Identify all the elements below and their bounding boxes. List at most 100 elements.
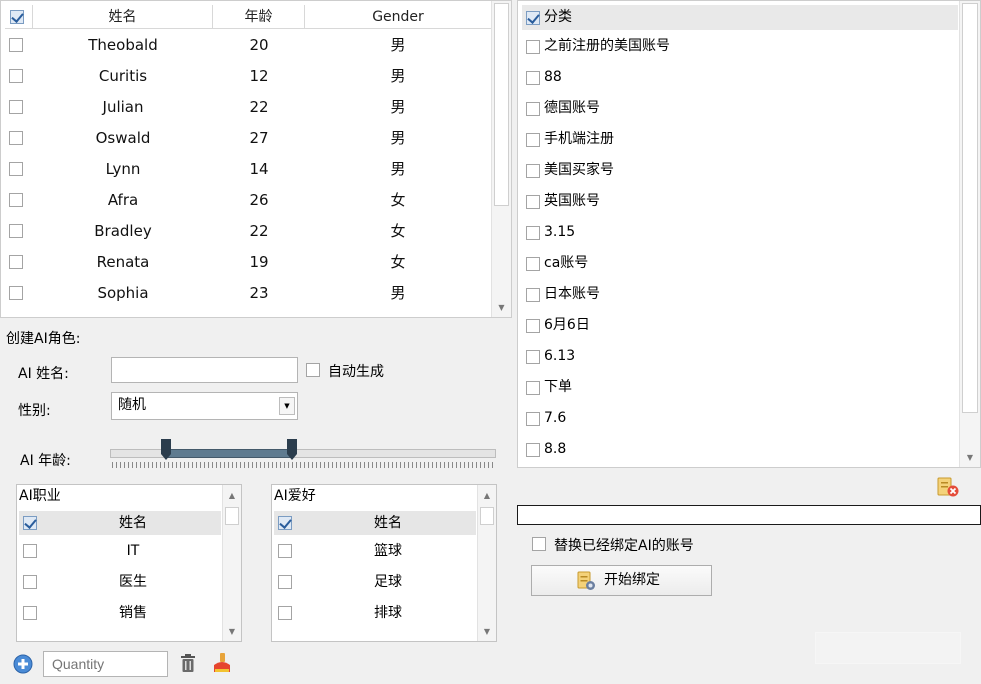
scroll-down-icon[interactable]: ▼ — [960, 449, 980, 465]
list-item[interactable]: 6月6日 — [522, 310, 958, 341]
row-checkbox[interactable] — [526, 319, 540, 333]
clear-binding-icon[interactable] — [936, 476, 960, 498]
list-item[interactable]: ca账号 — [522, 248, 958, 279]
ai-name-input[interactable] — [111, 357, 298, 383]
list-item[interactable]: 8.8 — [522, 434, 958, 465]
row-checkbox[interactable] — [526, 226, 540, 240]
ai-hobby-scrollbar[interactable]: ▲ ▼ — [477, 485, 496, 641]
scroll-up-icon[interactable]: ▲ — [478, 487, 496, 503]
list-item[interactable]: 7.6 — [522, 403, 958, 434]
row-checkbox[interactable] — [9, 255, 23, 269]
plus-circle-icon[interactable] — [13, 654, 33, 674]
row-checkbox[interactable] — [526, 288, 540, 302]
row-checkbox[interactable] — [9, 193, 23, 207]
replace-bound-label[interactable]: 替换已经绑定AI的账号 — [554, 535, 694, 555]
row-checkbox[interactable] — [278, 544, 292, 558]
row-checkbox[interactable] — [526, 164, 540, 178]
row-checkbox[interactable] — [526, 133, 540, 147]
scrollbar-thumb[interactable] — [962, 3, 978, 413]
list-item[interactable]: 销售 — [19, 598, 221, 629]
list-item[interactable]: 英国账号 — [522, 186, 958, 217]
list-item[interactable]: 下单 — [522, 372, 958, 403]
ai-job-list[interactable]: AI职业 姓名 IT 医生 销售 ▲ ▼ — [16, 484, 242, 642]
trash-icon[interactable] — [179, 653, 197, 673]
row-checkbox[interactable] — [9, 69, 23, 83]
chevron-down-icon[interactable]: ▼ — [279, 397, 295, 415]
table-row[interactable]: Julian 22 男 — [5, 92, 491, 123]
scroll-down-icon[interactable]: ▼ — [492, 299, 511, 315]
table-row[interactable]: Oswald 27 男 — [5, 123, 491, 154]
row-checkbox[interactable] — [9, 131, 23, 145]
table-scrollbar[interactable]: ▼ — [491, 1, 511, 317]
ai-hobby-list[interactable]: AI爱好 姓名 篮球 足球 排球 ▲ ▼ — [271, 484, 497, 642]
row-checkbox[interactable] — [9, 286, 23, 300]
row-checkbox[interactable] — [526, 381, 540, 395]
list-item[interactable]: 手机端注册 — [522, 124, 958, 155]
row-checkbox[interactable] — [526, 412, 540, 426]
row-checkbox[interactable] — [23, 544, 37, 558]
gender-select[interactable]: 随机 ▼ — [111, 392, 298, 420]
list-item[interactable]: 篮球 — [274, 536, 476, 567]
table-row[interactable]: Lynn 14 男 — [5, 154, 491, 185]
column-header-name[interactable]: 姓名 — [33, 5, 213, 29]
list-item[interactable]: 排球 — [274, 598, 476, 629]
row-checkbox[interactable] — [526, 195, 540, 209]
row-checkbox[interactable] — [23, 606, 37, 620]
row-checkbox[interactable] — [23, 575, 37, 589]
list-item[interactable]: 3.15 — [522, 217, 958, 248]
category-list[interactable]: 分类 之前注册的美国账号 88 德国账号 手机端注册 美国买家号 英国账号 3.… — [517, 0, 981, 468]
list-item[interactable]: IT — [19, 536, 221, 567]
list-item[interactable]: 88 — [522, 62, 958, 93]
row-checkbox[interactable] — [526, 40, 540, 54]
row-checkbox[interactable] — [9, 100, 23, 114]
row-checkbox[interactable] — [9, 38, 23, 52]
person-table[interactable]: 姓名 年龄 Gender Theobald 20 男 Curitis 12 男 … — [0, 0, 512, 318]
ai-job-scrollbar[interactable]: ▲ ▼ — [222, 485, 241, 641]
category-list-header[interactable]: 分类 — [522, 5, 958, 30]
quantity-input[interactable] — [43, 651, 168, 677]
ai-hobby-select-all-checkbox[interactable] — [278, 516, 292, 530]
list-item[interactable]: 日本账号 — [522, 279, 958, 310]
select-all-checkbox[interactable] — [10, 10, 24, 24]
replace-bound-checkbox[interactable] — [532, 537, 546, 551]
header-select-all[interactable] — [5, 5, 33, 29]
scroll-down-icon[interactable]: ▼ — [478, 623, 496, 639]
row-checkbox[interactable] — [278, 575, 292, 589]
scrollbar-thumb[interactable] — [225, 507, 239, 525]
list-item[interactable]: 之前注册的美国账号 — [522, 31, 958, 62]
scroll-up-icon[interactable]: ▲ — [223, 487, 241, 503]
row-checkbox[interactable] — [526, 257, 540, 271]
ai-job-select-all-checkbox[interactable] — [23, 516, 37, 530]
list-item[interactable]: 美国买家号 — [522, 155, 958, 186]
row-checkbox[interactable] — [9, 224, 23, 238]
column-header-gender[interactable]: Gender — [305, 5, 491, 29]
table-row[interactable]: Afra 26 女 — [5, 185, 491, 216]
scrollbar-thumb[interactable] — [480, 507, 494, 525]
scrollbar-thumb[interactable] — [494, 3, 509, 206]
category-select-all-checkbox[interactable] — [526, 11, 540, 25]
category-scrollbar[interactable]: ▼ — [959, 1, 980, 467]
row-checkbox[interactable] — [9, 162, 23, 176]
table-row[interactable]: Renata 19 女 — [5, 247, 491, 278]
list-item[interactable]: 6.13 — [522, 341, 958, 372]
table-row[interactable]: Sophia 23 男 — [5, 278, 491, 309]
table-row[interactable]: Bradley 22 女 — [5, 216, 491, 247]
age-slider-max-handle[interactable] — [287, 439, 297, 461]
start-binding-button[interactable]: 开始绑定 — [531, 565, 712, 596]
list-item[interactable]: 医生 — [19, 567, 221, 598]
row-checkbox[interactable] — [526, 350, 540, 364]
row-checkbox[interactable] — [526, 443, 540, 457]
row-checkbox[interactable] — [278, 606, 292, 620]
age-slider-min-handle[interactable] — [161, 439, 171, 461]
eraser-icon[interactable] — [212, 652, 232, 674]
auto-generate-checkbox[interactable] — [306, 363, 320, 377]
table-row[interactable]: Curitis 12 男 — [5, 61, 491, 92]
table-row[interactable]: Theobald 20 男 — [5, 30, 491, 61]
list-item[interactable]: 德国账号 — [522, 93, 958, 124]
column-header-age[interactable]: 年龄 — [213, 5, 305, 29]
row-checkbox[interactable] — [526, 71, 540, 85]
scroll-down-icon[interactable]: ▼ — [223, 623, 241, 639]
list-item[interactable]: 足球 — [274, 567, 476, 598]
auto-generate-label[interactable]: 自动生成 — [328, 361, 384, 381]
row-checkbox[interactable] — [526, 102, 540, 116]
